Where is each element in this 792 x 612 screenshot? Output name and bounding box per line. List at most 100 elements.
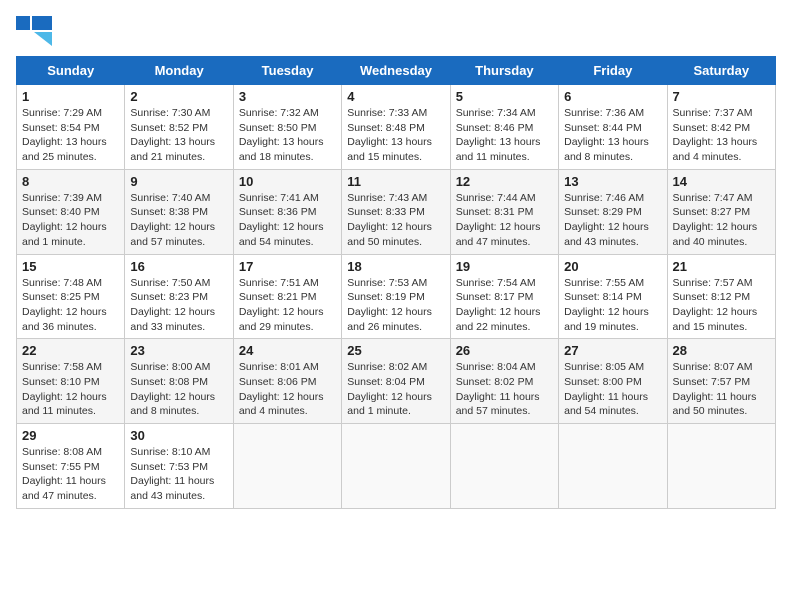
day-info: Sunrise: 7:57 AM Sunset: 8:12 PM Dayligh… xyxy=(673,276,770,335)
sunset-label: Sunset: 8:04 PM xyxy=(347,376,425,388)
day-info: Sunrise: 8:02 AM Sunset: 8:04 PM Dayligh… xyxy=(347,360,444,419)
sunrise-label: Sunrise: 8:05 AM xyxy=(564,361,644,373)
calendar-cell: 28 Sunrise: 8:07 AM Sunset: 7:57 PM Dayl… xyxy=(667,339,775,424)
day-info: Sunrise: 7:47 AM Sunset: 8:27 PM Dayligh… xyxy=(673,191,770,250)
sunrise-label: Sunrise: 8:00 AM xyxy=(130,361,210,373)
day-number: 12 xyxy=(456,174,553,189)
daylight-label: Daylight: 12 hours and 33 minutes. xyxy=(130,306,215,333)
daylight-label: Daylight: 12 hours and 19 minutes. xyxy=(564,306,649,333)
daylight-label: Daylight: 12 hours and 47 minutes. xyxy=(456,221,541,248)
calendar-cell: 5 Sunrise: 7:34 AM Sunset: 8:46 PM Dayli… xyxy=(450,85,558,170)
day-number: 17 xyxy=(239,259,336,274)
daylight-label: Daylight: 13 hours and 15 minutes. xyxy=(347,136,432,163)
sunset-label: Sunset: 8:40 PM xyxy=(22,206,100,218)
calendar-cell: 26 Sunrise: 8:04 AM Sunset: 8:02 PM Dayl… xyxy=(450,339,558,424)
calendar-cell: 24 Sunrise: 8:01 AM Sunset: 8:06 PM Dayl… xyxy=(233,339,341,424)
sunrise-label: Sunrise: 7:36 AM xyxy=(564,107,644,119)
day-info: Sunrise: 7:37 AM Sunset: 8:42 PM Dayligh… xyxy=(673,106,770,165)
header-day-friday: Friday xyxy=(559,57,667,85)
day-info: Sunrise: 7:53 AM Sunset: 8:19 PM Dayligh… xyxy=(347,276,444,335)
daylight-label: Daylight: 11 hours and 47 minutes. xyxy=(22,475,106,502)
sunset-label: Sunset: 7:55 PM xyxy=(22,461,100,473)
sunrise-label: Sunrise: 7:51 AM xyxy=(239,277,319,289)
calendar-cell: 11 Sunrise: 7:43 AM Sunset: 8:33 PM Dayl… xyxy=(342,169,450,254)
calendar-cell: 23 Sunrise: 8:00 AM Sunset: 8:08 PM Dayl… xyxy=(125,339,233,424)
sunset-label: Sunset: 8:44 PM xyxy=(564,122,642,134)
day-info: Sunrise: 7:44 AM Sunset: 8:31 PM Dayligh… xyxy=(456,191,553,250)
calendar-week-2: 8 Sunrise: 7:39 AM Sunset: 8:40 PM Dayli… xyxy=(17,169,776,254)
day-info: Sunrise: 7:54 AM Sunset: 8:17 PM Dayligh… xyxy=(456,276,553,335)
daylight-label: Daylight: 12 hours and 54 minutes. xyxy=(239,221,324,248)
day-number: 13 xyxy=(564,174,661,189)
day-info: Sunrise: 7:32 AM Sunset: 8:50 PM Dayligh… xyxy=(239,106,336,165)
calendar-cell: 6 Sunrise: 7:36 AM Sunset: 8:44 PM Dayli… xyxy=(559,85,667,170)
calendar-table: SundayMondayTuesdayWednesdayThursdayFrid… xyxy=(16,56,776,509)
day-info: Sunrise: 7:33 AM Sunset: 8:48 PM Dayligh… xyxy=(347,106,444,165)
daylight-label: Daylight: 12 hours and 29 minutes. xyxy=(239,306,324,333)
header-day-tuesday: Tuesday xyxy=(233,57,341,85)
sunset-label: Sunset: 8:10 PM xyxy=(22,376,100,388)
sunrise-label: Sunrise: 7:46 AM xyxy=(564,192,644,204)
calendar-week-1: 1 Sunrise: 7:29 AM Sunset: 8:54 PM Dayli… xyxy=(17,85,776,170)
calendar-cell: 3 Sunrise: 7:32 AM Sunset: 8:50 PM Dayli… xyxy=(233,85,341,170)
sunset-label: Sunset: 8:42 PM xyxy=(673,122,751,134)
calendar-cell: 9 Sunrise: 7:40 AM Sunset: 8:38 PM Dayli… xyxy=(125,169,233,254)
daylight-label: Daylight: 12 hours and 1 minute. xyxy=(22,221,107,248)
daylight-label: Daylight: 13 hours and 8 minutes. xyxy=(564,136,649,163)
day-info: Sunrise: 7:40 AM Sunset: 8:38 PM Dayligh… xyxy=(130,191,227,250)
daylight-label: Daylight: 12 hours and 22 minutes. xyxy=(456,306,541,333)
calendar-cell: 1 Sunrise: 7:29 AM Sunset: 8:54 PM Dayli… xyxy=(17,85,125,170)
day-info: Sunrise: 8:00 AM Sunset: 8:08 PM Dayligh… xyxy=(130,360,227,419)
day-info: Sunrise: 7:41 AM Sunset: 8:36 PM Dayligh… xyxy=(239,191,336,250)
calendar-cell: 25 Sunrise: 8:02 AM Sunset: 8:04 PM Dayl… xyxy=(342,339,450,424)
daylight-label: Daylight: 13 hours and 25 minutes. xyxy=(22,136,107,163)
calendar-cell: 30 Sunrise: 8:10 AM Sunset: 7:53 PM Dayl… xyxy=(125,424,233,509)
calendar-week-3: 15 Sunrise: 7:48 AM Sunset: 8:25 PM Dayl… xyxy=(17,254,776,339)
day-info: Sunrise: 7:39 AM Sunset: 8:40 PM Dayligh… xyxy=(22,191,119,250)
calendar-cell xyxy=(450,424,558,509)
sunrise-label: Sunrise: 7:32 AM xyxy=(239,107,319,119)
daylight-label: Daylight: 12 hours and 57 minutes. xyxy=(130,221,215,248)
day-number: 22 xyxy=(22,343,119,358)
daylight-label: Daylight: 12 hours and 36 minutes. xyxy=(22,306,107,333)
sunset-label: Sunset: 8:46 PM xyxy=(456,122,534,134)
sunrise-label: Sunrise: 8:10 AM xyxy=(130,446,210,458)
calendar-cell xyxy=(667,424,775,509)
sunrise-label: Sunrise: 8:02 AM xyxy=(347,361,427,373)
sunrise-label: Sunrise: 8:04 AM xyxy=(456,361,536,373)
sunset-label: Sunset: 8:06 PM xyxy=(239,376,317,388)
sunrise-label: Sunrise: 7:37 AM xyxy=(673,107,753,119)
day-number: 23 xyxy=(130,343,227,358)
day-number: 10 xyxy=(239,174,336,189)
day-number: 24 xyxy=(239,343,336,358)
header-day-thursday: Thursday xyxy=(450,57,558,85)
day-number: 19 xyxy=(456,259,553,274)
sunset-label: Sunset: 8:48 PM xyxy=(347,122,425,134)
header-day-wednesday: Wednesday xyxy=(342,57,450,85)
sunrise-label: Sunrise: 7:40 AM xyxy=(130,192,210,204)
calendar-week-5: 29 Sunrise: 8:08 AM Sunset: 7:55 PM Dayl… xyxy=(17,424,776,509)
calendar-cell: 7 Sunrise: 7:37 AM Sunset: 8:42 PM Dayli… xyxy=(667,85,775,170)
sunset-label: Sunset: 8:00 PM xyxy=(564,376,642,388)
day-number: 9 xyxy=(130,174,227,189)
sunset-label: Sunset: 8:50 PM xyxy=(239,122,317,134)
calendar-cell: 8 Sunrise: 7:39 AM Sunset: 8:40 PM Dayli… xyxy=(17,169,125,254)
calendar-header-row: SundayMondayTuesdayWednesdayThursdayFrid… xyxy=(17,57,776,85)
calendar-cell: 12 Sunrise: 7:44 AM Sunset: 8:31 PM Dayl… xyxy=(450,169,558,254)
day-info: Sunrise: 7:34 AM Sunset: 8:46 PM Dayligh… xyxy=(456,106,553,165)
logo xyxy=(16,16,56,46)
sunset-label: Sunset: 8:25 PM xyxy=(22,291,100,303)
sunrise-label: Sunrise: 7:53 AM xyxy=(347,277,427,289)
day-number: 27 xyxy=(564,343,661,358)
sunset-label: Sunset: 7:53 PM xyxy=(130,461,208,473)
calendar-cell: 16 Sunrise: 7:50 AM Sunset: 8:23 PM Dayl… xyxy=(125,254,233,339)
sunrise-label: Sunrise: 7:39 AM xyxy=(22,192,102,204)
day-info: Sunrise: 7:36 AM Sunset: 8:44 PM Dayligh… xyxy=(564,106,661,165)
sunset-label: Sunset: 8:14 PM xyxy=(564,291,642,303)
day-info: Sunrise: 7:48 AM Sunset: 8:25 PM Dayligh… xyxy=(22,276,119,335)
calendar-cell xyxy=(559,424,667,509)
sunrise-label: Sunrise: 8:08 AM xyxy=(22,446,102,458)
day-number: 14 xyxy=(673,174,770,189)
day-number: 3 xyxy=(239,89,336,104)
day-number: 6 xyxy=(564,89,661,104)
